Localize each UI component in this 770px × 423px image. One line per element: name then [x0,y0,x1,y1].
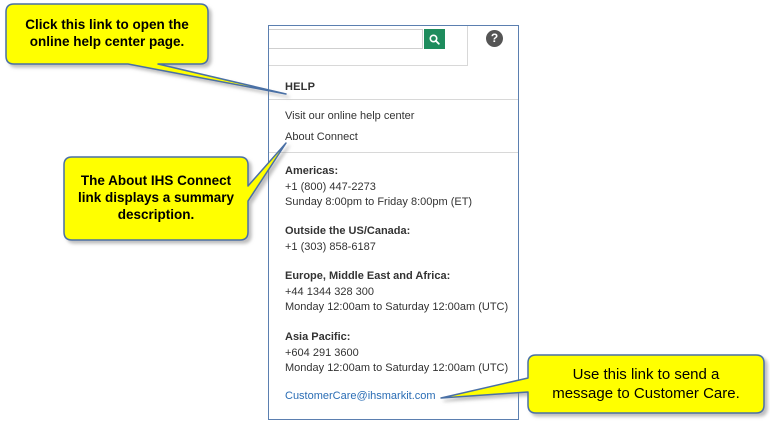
contact-americas: Americas: +1 (800) 447-2273 Sunday 8:00p… [285,164,472,211]
phone-number: +44 1344 328 300 [285,285,375,298]
callout-text-about-connect: The About IHS Connect link displays a su… [66,172,246,223]
contact-emea: Europe, Middle East and Africa: +44 1344… [285,269,508,316]
search-button[interactable] [424,29,445,49]
region-label: Outside the US/Canada: [285,225,411,237]
hours-text: Monday 12:00am to Saturday 12:00am (UTC) [285,301,509,313]
help-heading: HELP [285,81,316,93]
callout-line: link displays a summary [77,190,235,205]
phone-number: +1 (303) 858-6187 [285,240,376,253]
callout-line: online help center page. [29,34,185,49]
region-label: Asia Pacific: [285,331,351,343]
top-bar: ? [269,26,518,66]
divider [269,152,518,153]
region-label: Europe, Middle East and Africa: [285,270,451,282]
callout-line: Use this link to send a [572,366,720,383]
callout-line: The About IHS Connect [80,173,232,188]
about-connect-link[interactable]: About Connect [285,131,358,143]
contact-outside-us: Outside the US/Canada: +1 (303) 858-6187 [285,224,410,255]
callout-text-customer-care: Use this link to send a message to Custo… [530,365,762,403]
divider [269,65,468,66]
region-label: Americas: [285,165,339,177]
phone-number: +604 291 3600 [285,346,359,359]
hours-text: Monday 12:00am to Saturday 12:00am (UTC) [285,362,509,374]
help-dropdown-panel: ? HELP Visit our online help center Abou… [268,25,519,420]
search-input[interactable] [269,29,423,49]
search-icon [429,33,440,45]
callout-text-help-center: Click this link to open the online help … [8,16,206,50]
online-help-center-link[interactable]: Visit our online help center [285,110,414,122]
callout-line: description. [117,207,195,222]
callout-line: Click this link to open the [25,17,189,32]
question-circle-icon[interactable]: ? [486,30,503,47]
customer-care-email-link[interactable]: CustomerCare@ihsmarkit.com [285,390,436,402]
divider [269,99,518,100]
screenshot-stage: ? HELP Visit our online help center Abou… [0,0,770,423]
divider-vertical [467,26,468,66]
callout-line: message to Customer Care. [552,385,740,402]
contact-asia-pacific: Asia Pacific: +604 291 3600 Monday 12:00… [285,330,508,377]
hours-text: Sunday 8:00pm to Friday 8:00pm (ET) [285,196,473,208]
phone-number: +1 (800) 447-2273 [285,180,376,193]
